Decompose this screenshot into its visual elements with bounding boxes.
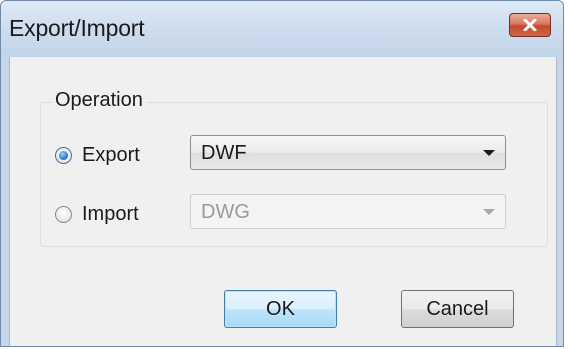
dialog-body: Operation Export DWF Import DWG OK Cance bbox=[9, 57, 557, 346]
export-radio-option[interactable]: Export bbox=[55, 144, 140, 167]
ok-button[interactable]: OK bbox=[224, 290, 337, 328]
export-radio[interactable] bbox=[55, 147, 72, 164]
operation-groupbox: Operation Export DWF Import DWG bbox=[40, 89, 548, 247]
import-radio-option[interactable]: Import bbox=[55, 203, 139, 226]
export-format-dropdown[interactable]: DWF bbox=[190, 135, 506, 170]
import-format-dropdown: DWG bbox=[190, 194, 506, 229]
export-format-value: DWF bbox=[201, 142, 247, 164]
operation-group-label: Operation bbox=[52, 89, 146, 112]
export-import-dialog: Export/Import Operation Export DWF Impor… bbox=[0, 0, 564, 347]
import-radio[interactable] bbox=[55, 206, 72, 223]
import-radio-label[interactable]: Import bbox=[82, 203, 139, 226]
dropdown-arrow-icon bbox=[483, 150, 495, 156]
close-button[interactable] bbox=[509, 13, 551, 37]
close-icon bbox=[523, 19, 537, 31]
dropdown-arrow-icon bbox=[483, 209, 495, 215]
cancel-button[interactable]: Cancel bbox=[401, 290, 514, 328]
window-title: Export/Import bbox=[9, 15, 145, 41]
radio-selected-dot bbox=[59, 151, 68, 160]
import-format-value: DWG bbox=[201, 201, 250, 223]
title-bar[interactable]: Export/Import bbox=[1, 1, 563, 57]
export-radio-label[interactable]: Export bbox=[82, 144, 140, 167]
